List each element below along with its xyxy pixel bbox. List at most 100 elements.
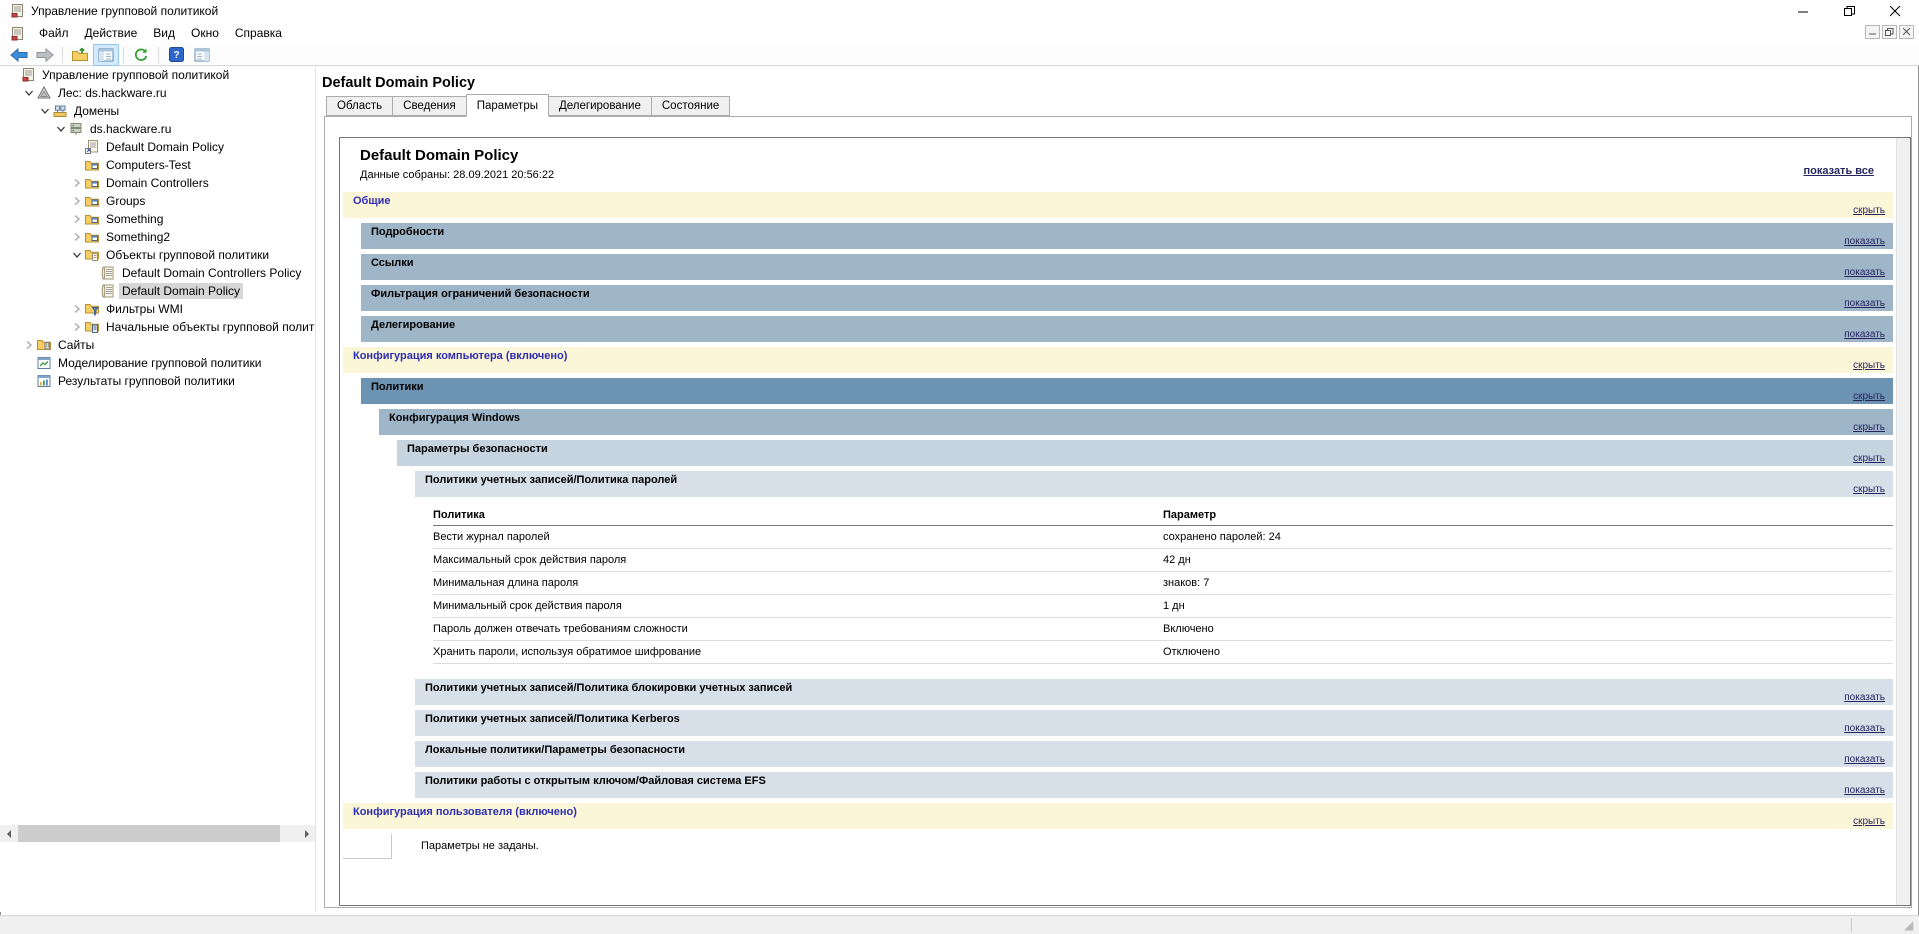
refresh-button[interactable] bbox=[128, 44, 154, 66]
policy-value-cell: сохранено паролей: 24 bbox=[1163, 526, 1893, 549]
chevron-collapsed-icon[interactable] bbox=[70, 212, 84, 226]
chevron-none bbox=[6, 68, 20, 82]
hide-link[interactable]: скрыть bbox=[1853, 422, 1885, 433]
chevron-none bbox=[22, 374, 36, 388]
console-tree-toggle-button[interactable] bbox=[93, 44, 119, 66]
scroll-thumb[interactable] bbox=[18, 825, 280, 842]
policy-value-cell: Отключено bbox=[1163, 641, 1893, 664]
menu-bar: ФайлДействиеВидОкноСправка bbox=[0, 22, 1919, 45]
section-label: Подробности bbox=[371, 226, 444, 238]
tree-item[interactable]: Результаты групповой политики bbox=[0, 372, 315, 390]
show-link[interactable]: показать bbox=[1844, 723, 1885, 734]
chevron-collapsed-icon[interactable] bbox=[70, 176, 84, 190]
tree-item[interactable]: Computers-Test bbox=[0, 156, 315, 174]
tree-item[interactable]: Groups bbox=[0, 192, 315, 210]
menu-item-3[interactable]: Окно bbox=[183, 24, 227, 42]
hide-link[interactable]: скрыть bbox=[1853, 816, 1885, 827]
tree-item[interactable]: Something2 bbox=[0, 228, 315, 246]
tree-item[interactable]: ds.hackware.ru bbox=[0, 120, 315, 138]
pane-splitter[interactable] bbox=[316, 66, 320, 912]
mdi-minimize-button[interactable] bbox=[1865, 25, 1880, 39]
section-label: Параметры безопасности bbox=[407, 443, 548, 455]
hide-link[interactable]: скрыть bbox=[1853, 205, 1885, 216]
scroll-right-button[interactable] bbox=[298, 825, 315, 842]
refresh-icon bbox=[133, 47, 149, 63]
hide-link[interactable]: скрыть bbox=[1853, 453, 1885, 464]
help-button[interactable]: ? bbox=[163, 44, 189, 66]
resize-grip[interactable]: ◢ bbox=[1904, 919, 1917, 932]
tree-item-label: Something bbox=[103, 211, 166, 227]
show-link[interactable]: показать bbox=[1844, 267, 1885, 278]
action-pane-toggle-button[interactable] bbox=[189, 44, 215, 66]
chevron-none bbox=[86, 284, 100, 298]
tree-item[interactable]: Домены bbox=[0, 102, 315, 120]
menu-item-1[interactable]: Действие bbox=[77, 24, 146, 42]
console-tree: Управление групповой политикойЛес: ds.ha… bbox=[0, 66, 316, 912]
scroll-left-button[interactable] bbox=[0, 825, 17, 842]
show-link[interactable]: показать bbox=[1844, 298, 1885, 309]
tree-item[interactable]: Моделирование групповой политики bbox=[0, 354, 315, 372]
menu-item-2[interactable]: Вид bbox=[145, 24, 183, 42]
chevron-none bbox=[22, 356, 36, 370]
domains-icon bbox=[52, 103, 68, 119]
show-link[interactable]: показать bbox=[1844, 329, 1885, 340]
table-row: Пароль должен отвечать требованиям сложн… bbox=[433, 618, 1893, 641]
up-one-level-button[interactable] bbox=[67, 44, 93, 66]
svg-text:?: ? bbox=[173, 50, 179, 61]
tree-item[interactable]: Объекты групповой политики bbox=[0, 246, 315, 264]
policy-name-cell: Минимальная длина пароля bbox=[433, 572, 1163, 595]
minimize-button[interactable] bbox=[1780, 0, 1826, 22]
hide-link[interactable]: скрыть bbox=[1853, 360, 1885, 371]
tree-item[interactable]: Фильтры WMI bbox=[0, 300, 315, 318]
restore-button[interactable] bbox=[1826, 0, 1872, 22]
tree-item[interactable]: Default Domain Policy bbox=[0, 138, 315, 156]
no-settings-row: Параметры не заданы. bbox=[343, 834, 1893, 860]
tree-horizontal-scrollbar[interactable] bbox=[0, 825, 315, 842]
section-label: Политики работы с открытым ключом/Файлов… bbox=[425, 775, 766, 787]
show-all-link[interactable]: показать все bbox=[1804, 165, 1875, 177]
chevron-collapsed-icon[interactable] bbox=[70, 194, 84, 208]
hide-link[interactable]: скрыть bbox=[1853, 484, 1885, 495]
hide-link[interactable]: скрыть bbox=[1853, 391, 1885, 402]
report-vertical-scrollbar[interactable] bbox=[1896, 138, 1910, 905]
forward-button[interactable] bbox=[32, 44, 58, 66]
tree-item[interactable]: Лес: ds.hackware.ru bbox=[0, 84, 315, 102]
chevron-expanded-icon[interactable] bbox=[38, 104, 52, 118]
tab-2[interactable]: Параметры bbox=[466, 94, 549, 117]
tree-item[interactable]: Default Domain Policy bbox=[0, 282, 315, 300]
tree-item[interactable]: Начальные объекты групповой политики bbox=[0, 318, 315, 336]
menu-item-4[interactable]: Справка bbox=[227, 24, 290, 42]
tree-item[interactable]: Сайты bbox=[0, 336, 315, 354]
show-link[interactable]: показать bbox=[1844, 692, 1885, 703]
back-button[interactable] bbox=[6, 44, 32, 66]
tab-0[interactable]: Область bbox=[326, 96, 393, 116]
settings-report: Default Domain Policy Данные собраны: 28… bbox=[339, 137, 1911, 906]
close-button[interactable] bbox=[1872, 0, 1918, 22]
mdi-close-button[interactable] bbox=[1899, 25, 1914, 39]
tab-1[interactable]: Сведения bbox=[392, 96, 467, 116]
tree-item[interactable]: Default Domain Controllers Policy bbox=[0, 264, 315, 282]
show-link[interactable]: показать bbox=[1844, 785, 1885, 796]
menu-item-0[interactable]: Файл bbox=[31, 24, 77, 42]
tree-item-label: Domain Controllers bbox=[103, 175, 212, 191]
ou-folder-icon bbox=[84, 157, 100, 173]
tab-4[interactable]: Состояние bbox=[651, 96, 730, 116]
mdi-restore-button[interactable] bbox=[1882, 25, 1897, 39]
show-link[interactable]: показать bbox=[1844, 236, 1885, 247]
report-collected-date: Данные собраны: 28.09.2021 20:56:22 bbox=[360, 169, 1896, 181]
section-label: Ссылки bbox=[371, 257, 414, 269]
chevron-collapsed-icon[interactable] bbox=[22, 338, 36, 352]
tab-3[interactable]: Делегирование bbox=[548, 96, 652, 116]
tree-item[interactable]: Something bbox=[0, 210, 315, 228]
tree-item[interactable]: Domain Controllers bbox=[0, 174, 315, 192]
scroll-left-icon bbox=[7, 830, 11, 838]
chevron-collapsed-icon[interactable] bbox=[70, 230, 84, 244]
chevron-collapsed-icon[interactable] bbox=[70, 320, 84, 334]
report-section-band: Делегированиепоказать bbox=[361, 316, 1893, 342]
chevron-expanded-icon[interactable] bbox=[54, 122, 68, 136]
chevron-expanded-icon[interactable] bbox=[70, 248, 84, 262]
tree-item[interactable]: Управление групповой политикой bbox=[0, 66, 315, 84]
chevron-collapsed-icon[interactable] bbox=[70, 302, 84, 316]
chevron-expanded-icon[interactable] bbox=[22, 86, 36, 100]
show-link[interactable]: показать bbox=[1844, 754, 1885, 765]
